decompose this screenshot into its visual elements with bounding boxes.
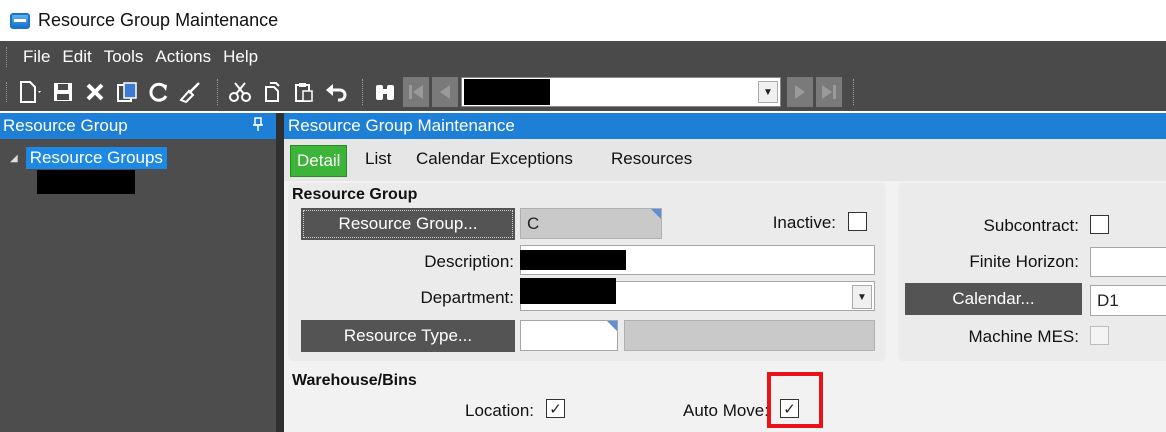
menu-actions[interactable]: Actions: [149, 47, 217, 67]
description-label: Description:: [424, 252, 514, 271]
subcontract-checkbox[interactable]: [1090, 215, 1109, 234]
field-indicator-icon: [651, 209, 661, 219]
record-navigator-combo[interactable]: ▼: [461, 77, 781, 107]
field-indicator-icon: [607, 321, 617, 331]
main-panel-header: Resource Group Maintenance: [284, 113, 1166, 139]
first-record-icon[interactable]: [403, 77, 429, 107]
menu-bar: File Edit Tools Actions Help: [0, 41, 1166, 73]
paste-icon[interactable]: [258, 78, 286, 106]
binoculars-icon[interactable]: [371, 78, 399, 106]
pin-icon[interactable]: [252, 117, 264, 134]
menu-help[interactable]: Help: [217, 47, 264, 67]
warehouse-section-title: Warehouse/Bins: [292, 372, 417, 389]
tab-detail[interactable]: Detail: [290, 145, 348, 177]
next-record-icon[interactable]: [787, 77, 813, 107]
main-panel-title: Resource Group Maintenance: [288, 116, 515, 135]
clear-icon[interactable]: [177, 78, 205, 106]
menu-tools[interactable]: Tools: [98, 47, 150, 67]
refresh-icon[interactable]: [145, 78, 173, 106]
left-panel-title: Resource Group: [3, 116, 128, 135]
resource-type-field[interactable]: [520, 320, 618, 351]
tab-bar: Detail List Calendar Exceptions Resource…: [284, 139, 1166, 181]
menu-file[interactable]: File: [17, 47, 56, 67]
tree-root-node[interactable]: ◢ Resource Groups: [10, 147, 167, 169]
new-icon[interactable]: [17, 78, 45, 106]
toolbar: ▼: [0, 73, 1166, 111]
save-icon[interactable]: [49, 78, 77, 106]
inactive-checkbox[interactable]: [848, 212, 867, 231]
menu-grip: [6, 47, 9, 67]
inactive-label: Inactive:: [772, 213, 836, 232]
redacted-description: [520, 250, 626, 270]
resource-group-section-title: Resource Group: [292, 186, 418, 203]
undo-icon[interactable]: [322, 78, 350, 106]
tree-collapse-icon[interactable]: ◢: [10, 153, 18, 164]
toolbar-separator: [853, 79, 854, 105]
toolbar-separator: [217, 79, 218, 105]
toolbar-grip: [6, 82, 9, 102]
left-panel-header: Resource Group: [0, 113, 276, 139]
tab-list[interactable]: List: [365, 149, 391, 169]
resource-type-button[interactable]: Resource Type...: [301, 320, 515, 352]
redacted-record: [464, 79, 550, 105]
resource-type-description-field: [624, 320, 875, 351]
toolbar-separator: [362, 79, 363, 105]
redacted-department: [520, 278, 616, 304]
menu-edit[interactable]: Edit: [56, 47, 97, 67]
department-label: Department:: [420, 288, 514, 307]
resource-group-field[interactable]: C: [520, 208, 662, 239]
app-icon: [10, 12, 30, 29]
checkmark-icon: ✓: [549, 400, 562, 418]
annotation-highlight-box: [767, 372, 823, 428]
location-label: Location:: [465, 401, 534, 420]
tree-root-label[interactable]: Resource Groups: [25, 147, 167, 169]
copy-icon[interactable]: [113, 78, 141, 106]
location-checkbox[interactable]: ✓: [546, 399, 565, 418]
main-panel: Resource Group Maintenance Detail List C…: [284, 113, 1166, 432]
machine-mes-checkbox: [1090, 326, 1109, 345]
resource-group-tree-panel: Resource Group ◢ Resource Groups: [0, 113, 276, 432]
finite-horizon-field[interactable]: [1090, 247, 1166, 277]
machine-mes-label: Machine MES:: [968, 327, 1079, 346]
tab-resources[interactable]: Resources: [611, 149, 692, 169]
calendar-value: D1: [1097, 290, 1119, 310]
panel-splitter[interactable]: [276, 113, 284, 432]
window-title: Resource Group Maintenance: [38, 10, 279, 30]
chevron-down-icon[interactable]: ▼: [852, 285, 872, 309]
last-record-icon[interactable]: [816, 77, 842, 107]
clipboard-icon[interactable]: [290, 78, 318, 106]
tab-calendar-exceptions[interactable]: Calendar Exceptions: [416, 149, 573, 169]
chevron-down-icon[interactable]: ▼: [758, 81, 778, 103]
resource-group-button[interactable]: Resource Group...: [301, 208, 515, 240]
finite-horizon-label: Finite Horizon:: [969, 252, 1079, 271]
calendar-button[interactable]: Calendar...: [905, 283, 1082, 315]
redacted-tree-child[interactable]: [37, 170, 135, 194]
cut-icon[interactable]: [226, 78, 254, 106]
auto-move-label: Auto Move:: [683, 401, 769, 420]
subcontract-label: Subcontract:: [983, 216, 1079, 235]
title-bar: Resource Group Maintenance: [0, 0, 1166, 41]
calendar-field[interactable]: D1: [1090, 285, 1166, 316]
delete-icon[interactable]: [81, 78, 109, 106]
resource-group-value: C: [527, 213, 540, 233]
previous-record-icon[interactable]: [432, 77, 458, 107]
